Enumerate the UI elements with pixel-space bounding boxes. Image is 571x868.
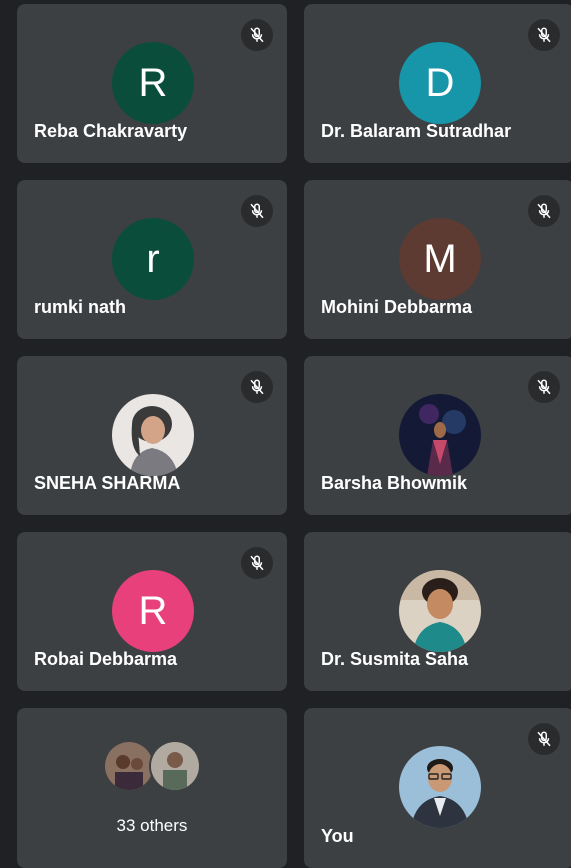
- mic-off-icon: [241, 371, 273, 403]
- participant-tile[interactable]: SNEHA SHARMA: [17, 356, 287, 515]
- avatar: r: [112, 218, 194, 300]
- participant-tile[interactable]: R Robai Debbarma: [17, 532, 287, 691]
- participant-tile[interactable]: R Reba Chakravarty: [17, 4, 287, 163]
- participant-tile[interactable]: D Dr. Balaram Sutradhar: [304, 4, 571, 163]
- avatar: R: [112, 42, 194, 124]
- mic-off-icon: [528, 371, 560, 403]
- mic-off-icon: [528, 195, 560, 227]
- participant-name: Reba Chakravarty: [34, 121, 188, 141]
- avatar-photo: [399, 394, 481, 476]
- participant-name: rumki nath: [34, 297, 127, 317]
- others-count: 33 others: [116, 816, 188, 835]
- others-tile[interactable]: 33 others: [17, 708, 287, 868]
- avatar-photo: [149, 740, 201, 792]
- participant-name: Mohini Debbarma: [321, 297, 473, 317]
- others-avatars: [17, 740, 287, 792]
- avatar: R: [112, 570, 194, 652]
- mic-off-icon: [528, 19, 560, 51]
- participant-tile[interactable]: Dr. Susmita Saha: [304, 532, 571, 691]
- mic-off-icon: [528, 723, 560, 755]
- participant-tile[interactable]: M Mohini Debbarma: [304, 180, 571, 339]
- participant-name: Barsha Bhowmik: [321, 473, 468, 493]
- participant-tile[interactable]: Barsha Bhowmik: [304, 356, 571, 515]
- mic-off-icon: [241, 547, 273, 579]
- self-tile[interactable]: You: [304, 708, 571, 868]
- mic-off-icon: [241, 195, 273, 227]
- avatar-photo: [399, 746, 481, 828]
- self-label: You: [321, 826, 354, 846]
- avatar-photo: [103, 740, 155, 792]
- mic-off-icon: [241, 19, 273, 51]
- avatar: D: [399, 42, 481, 124]
- avatar-photo: [399, 570, 481, 652]
- participant-name: Dr. Susmita Saha: [321, 649, 469, 669]
- avatar: M: [399, 218, 481, 300]
- participant-name: Dr. Balaram Sutradhar: [321, 121, 512, 141]
- participant-name: Robai Debbarma: [34, 649, 178, 669]
- participant-tile[interactable]: r rumki nath: [17, 180, 287, 339]
- avatar-photo: [112, 394, 194, 476]
- participant-name: SNEHA SHARMA: [34, 473, 181, 493]
